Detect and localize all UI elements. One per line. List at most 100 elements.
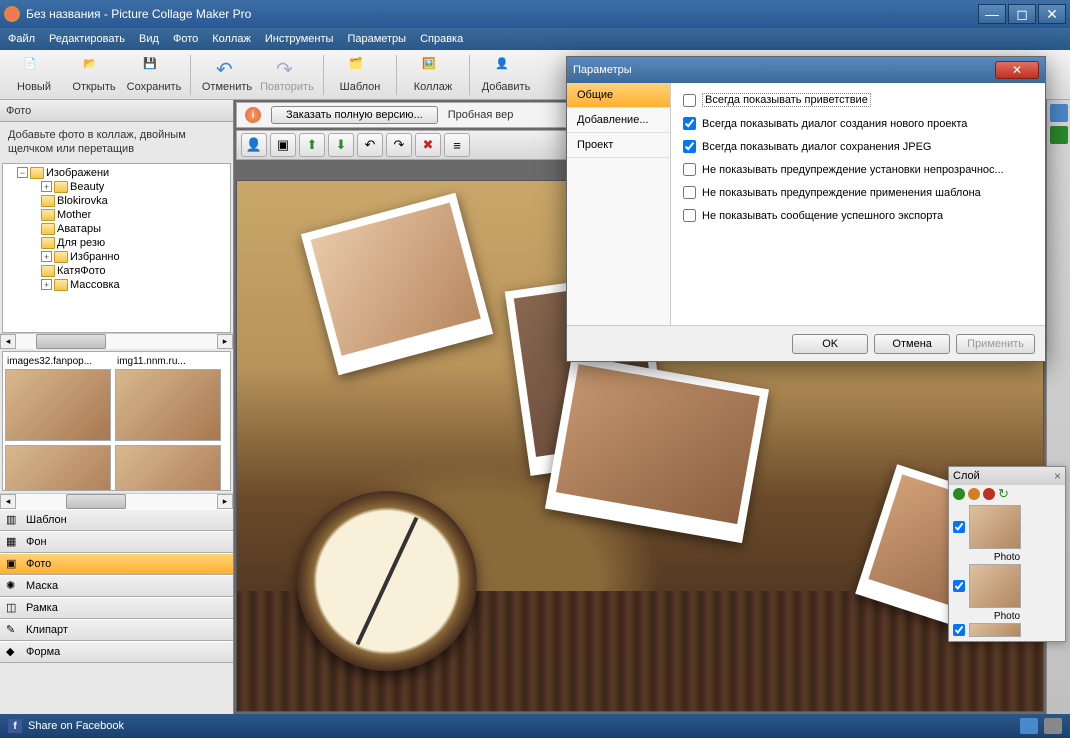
tree-node[interactable]: Blokirovka [5,194,228,208]
status-icon[interactable] [1044,718,1062,734]
menu-help[interactable]: Справка [420,33,463,45]
tree-hscroll[interactable]: ◂ ▸ [0,333,233,349]
checkbox[interactable] [683,209,696,222]
layers-header[interactable]: Слой × [949,467,1065,485]
expand-icon[interactable]: + [41,181,52,192]
menu-view[interactable]: Вид [139,33,159,45]
layer-visible-checkbox[interactable] [953,521,965,533]
right-tool-icon[interactable] [1050,104,1068,122]
tree-node[interactable]: Для резю [5,236,228,250]
redo-button[interactable]: Повторить [259,52,315,98]
close-button[interactable]: ✕ [1038,4,1066,24]
option-opacity[interactable]: Не показывать предупреждение установки н… [683,163,1033,176]
checkbox[interactable] [683,140,696,153]
layer-item[interactable] [953,623,1061,637]
up-button[interactable]: ⬆ [299,133,325,157]
thumbs-hscroll[interactable]: ◂ ▸ [0,493,233,509]
checkbox[interactable] [683,117,696,130]
save-button[interactable]: Сохранить [126,52,182,98]
rotate-right-button[interactable]: ↷ [386,133,412,157]
option-template-warn[interactable]: Не показывать предупреждение применения … [683,186,1033,199]
menu-collage[interactable]: Коллаж [212,33,251,45]
thumbnail[interactable]: images32.fanpop... [5,354,111,441]
tree-root[interactable]: −Изображени [5,166,228,180]
scroll-track[interactable] [16,334,217,349]
menu-file[interactable]: Файл [8,33,35,45]
scroll-right-button[interactable]: ▸ [217,334,233,349]
thumbnail-grid[interactable]: images32.fanpop... img11.nnm.ru... img15… [2,351,231,491]
cancel-button[interactable]: Отмена [874,334,950,354]
template-button[interactable]: Шаблон [332,52,388,98]
tree-node[interactable]: +Избранно [5,250,228,264]
ok-button[interactable]: OK [792,334,868,354]
refresh-icon[interactable]: ↻ [998,486,1009,502]
tab-mask[interactable]: ✺Маска [0,575,233,597]
checkbox[interactable] [683,163,696,176]
status-icon[interactable] [1020,718,1038,734]
new-button[interactable]: Новый [6,52,62,98]
layer-item[interactable] [953,505,1061,549]
collapse-icon[interactable]: − [17,167,28,178]
layer-delete-icon[interactable] [983,488,995,500]
minimize-button[interactable]: — [978,4,1006,24]
menu-tools[interactable]: Инструменты [265,33,334,45]
tree-node[interactable]: Mother [5,208,228,222]
tree-node[interactable]: +Массовка [5,278,228,292]
collage-button[interactable]: Коллаж [405,52,461,98]
dialog-close-button[interactable]: ✕ [995,61,1039,79]
layer-item[interactable] [953,564,1061,608]
layer-visible-checkbox[interactable] [953,580,965,592]
option-jpeg[interactable]: Всегда показывать диалог сохранения JPEG [683,140,1033,153]
facebook-icon[interactable]: f [8,719,22,733]
scroll-right-button[interactable]: ▸ [217,494,233,509]
option-welcome[interactable]: Всегда показывать приветствие [683,93,1033,107]
expand-icon[interactable]: + [41,279,52,290]
right-tool-icon[interactable] [1050,126,1068,144]
scroll-left-button[interactable]: ◂ [0,494,16,509]
maximize-button[interactable]: ◻ [1008,4,1036,24]
scroll-thumb[interactable] [36,334,106,349]
option-export[interactable]: Не показывать сообщение успешного экспор… [683,209,1033,222]
tab-photo[interactable]: ▣Фото [0,553,233,575]
tab-clipart[interactable]: ✎Клипарт [0,619,233,641]
option-newproject[interactable]: Всегда показывать диалог создания нового… [683,117,1033,130]
align-tool[interactable]: ≡ [444,133,470,157]
checkbox[interactable] [683,186,696,199]
undo-button[interactable]: Отменить [199,52,255,98]
tab-background[interactable]: ▦Фон [0,531,233,553]
apply-button[interactable]: Применить [956,334,1035,354]
dialog-titlebar[interactable]: Параметры ✕ [567,57,1045,83]
tab-frame[interactable]: ◫Рамка [0,597,233,619]
tree-node[interactable]: Аватары [5,222,228,236]
down-button[interactable]: ⬇ [328,133,354,157]
menu-photo[interactable]: Фото [173,33,198,45]
thumbnail[interactable]: img11.nnm.ru... [115,354,221,441]
open-button[interactable]: Открыть [66,52,122,98]
checkbox[interactable] [683,94,696,107]
tree-node[interactable]: +Beauty [5,180,228,194]
scroll-thumb[interactable] [66,494,126,509]
menu-params[interactable]: Параметры [347,33,406,45]
layer-add-icon[interactable] [953,488,965,500]
delete-button[interactable]: ✖ [415,133,441,157]
dialog-tab-project[interactable]: Проект [567,133,670,158]
thumbnail[interactable]: img15.nnm.ru___ [5,445,111,491]
dialog-tab-add[interactable]: Добавление... [567,108,670,133]
layers-panel[interactable]: Слой × ↻ Photo Photo [948,466,1066,642]
order-full-button[interactable]: Заказать полную версию... [271,106,438,124]
rotate-left-button[interactable]: ↶ [357,133,383,157]
folder-tree[interactable]: −Изображени +Beauty Blokirovka Mother Ав… [2,163,231,333]
tab-template[interactable]: ▥Шаблон [0,509,233,531]
tab-shape[interactable]: ◆Форма [0,641,233,663]
scroll-left-button[interactable]: ◂ [0,334,16,349]
layer-tool-icon[interactable] [968,488,980,500]
tree-node[interactable]: КатяФото [5,264,228,278]
add-button[interactable]: Добавить [478,52,534,98]
person-tool[interactable]: 👤 [241,133,267,157]
menu-edit[interactable]: Редактировать [49,33,125,45]
crop-tool[interactable]: ▣ [270,133,296,157]
dialog-tab-general[interactable]: Общие [567,83,670,108]
scroll-track[interactable] [16,494,217,509]
layer-visible-checkbox[interactable] [953,624,965,636]
expand-icon[interactable]: + [41,251,52,262]
